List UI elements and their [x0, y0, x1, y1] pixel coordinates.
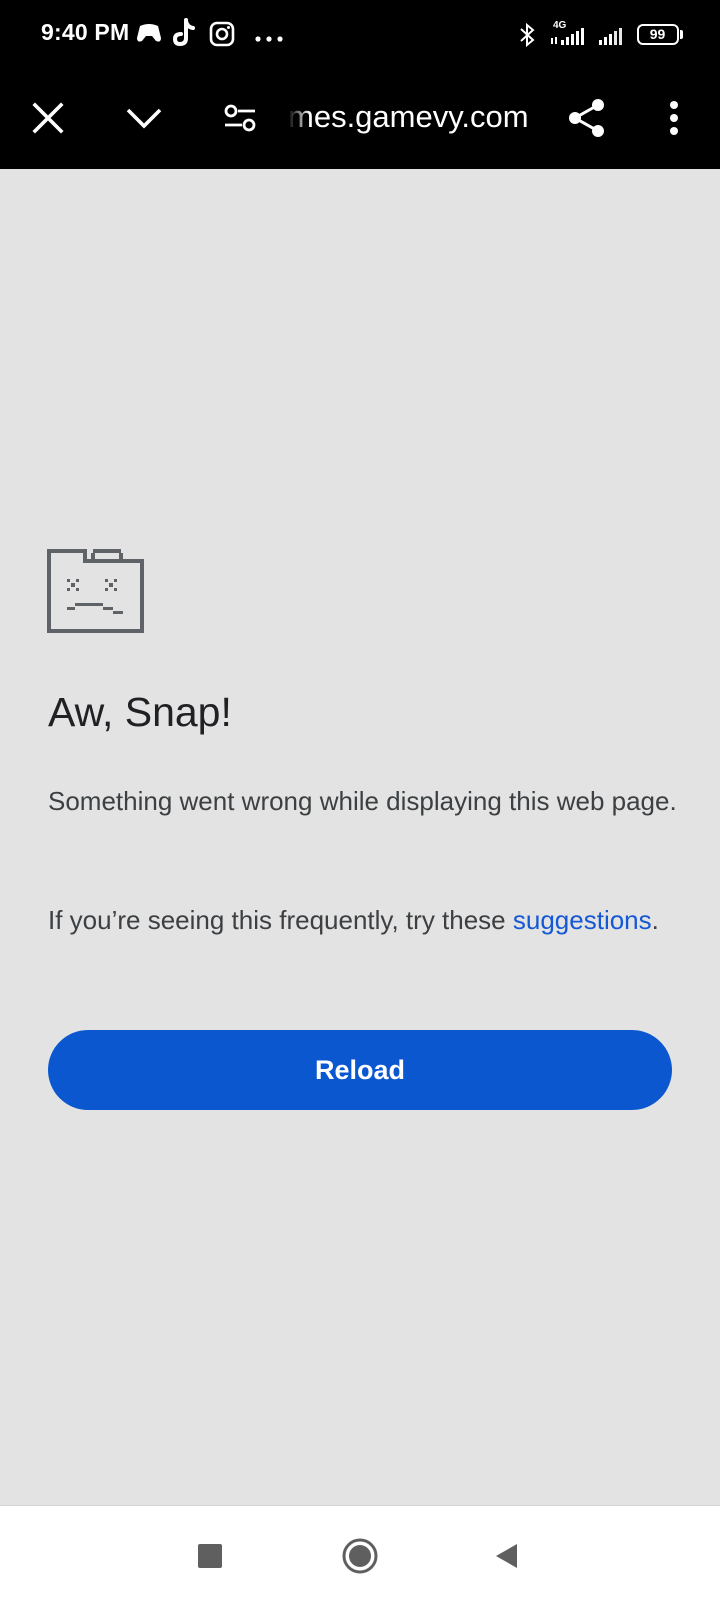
error-suggestion-text: If you’re seeing this frequently, try th… — [48, 900, 678, 940]
back-icon — [496, 1544, 517, 1568]
sad-tab-icon — [47, 549, 144, 633]
recents-button[interactable] — [182, 1528, 238, 1584]
close-icon — [32, 102, 64, 134]
game-controller-icon — [135, 20, 163, 50]
battery-nub — [680, 30, 683, 39]
system-nav-bar — [0, 1505, 720, 1600]
signal-icon — [597, 18, 627, 48]
more-notifications-icon — [254, 30, 284, 60]
home-icon — [342, 1538, 378, 1574]
minimize-button[interactable] — [116, 90, 172, 146]
svg-text:4G: 4G — [553, 20, 567, 31]
back-button[interactable] — [478, 1528, 534, 1584]
site-settings-icon — [224, 104, 256, 132]
error-message: Something went wrong while displaying th… — [48, 786, 677, 816]
recents-icon — [198, 1544, 222, 1568]
home-button[interactable] — [332, 1528, 388, 1584]
status-bar: 9:40 PM 4G 99 — [0, 0, 720, 68]
more-menu-button[interactable] — [646, 90, 702, 146]
share-button[interactable] — [559, 90, 615, 146]
suggestion-suffix: . — [651, 905, 659, 935]
browser-toolbar: mes.gamevy.com — [0, 68, 720, 169]
status-time: 9:40 PM — [41, 19, 130, 45]
signal-4g-icon: 4G — [549, 18, 591, 48]
instagram-icon — [209, 21, 235, 51]
close-button[interactable] — [20, 90, 76, 146]
battery-icon: 99 — [637, 24, 679, 45]
battery-level: 99 — [649, 26, 666, 42]
reload-button[interactable]: Reload — [48, 1030, 672, 1110]
error-heading: Aw, Snap! — [48, 689, 232, 735]
tiktok-icon — [172, 18, 196, 48]
chevron-down-icon — [126, 108, 162, 129]
url-fade — [288, 94, 310, 140]
bluetooth-icon — [518, 22, 536, 52]
more-vert-icon — [670, 101, 678, 135]
suggestion-prefix: If you’re seeing this frequently, try th… — [48, 905, 513, 935]
url-bar[interactable]: mes.gamevy.com — [288, 94, 548, 140]
suggestions-link[interactable]: suggestions — [513, 905, 652, 935]
site-settings-button[interactable] — [212, 90, 268, 146]
share-icon — [569, 99, 604, 137]
